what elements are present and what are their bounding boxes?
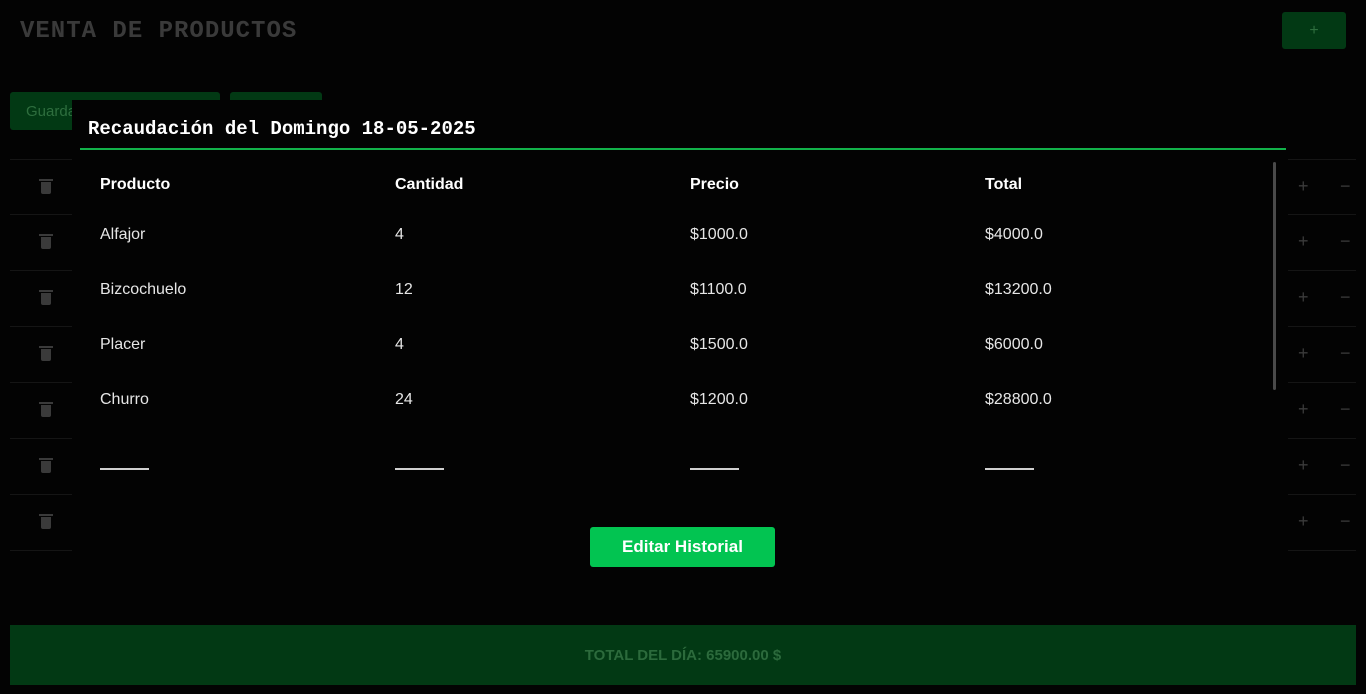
minus-icon[interactable]: − (1340, 511, 1351, 531)
cantidad-input[interactable] (395, 468, 690, 470)
cell-total: $13200.0 (985, 280, 1052, 298)
plus-icon[interactable]: + (1298, 399, 1309, 419)
table-row: Bizcochuelo 12 $1100.0 $13200.0 (100, 262, 1280, 317)
table-header-row: Producto Cantidad Precio Total (100, 162, 1280, 207)
trash-icon[interactable] (39, 514, 53, 529)
producto-input[interactable] (100, 468, 395, 470)
minus-icon[interactable]: − (1340, 176, 1351, 196)
minus-icon[interactable]: − (1340, 399, 1351, 419)
cell-cantidad: 24 (395, 390, 413, 408)
trash-icon[interactable] (39, 346, 53, 361)
minus-icon[interactable]: − (1340, 231, 1351, 251)
cell-total: $4000.0 (985, 225, 1043, 243)
table-row: Alfajor 4 $1000.0 $4000.0 (100, 207, 1280, 262)
cell-total: $28800.0 (985, 390, 1052, 408)
history-table: Producto Cantidad Precio Total Alfajor 4… (100, 162, 1280, 487)
page-title: VENTA DE PRODUCTOS (20, 18, 298, 45)
trash-icon[interactable] (39, 234, 53, 249)
cell-precio: $1000.0 (690, 225, 748, 243)
cell-producto: Bizcochuelo (100, 280, 187, 298)
cell-precio: $1100.0 (690, 280, 747, 298)
cell-precio: $1500.0 (690, 335, 748, 353)
daily-total-bar: TOTAL DEL DÍA: 65900.00 $ (10, 625, 1356, 685)
cell-cantidad: 4 (395, 225, 404, 243)
minus-icon[interactable]: − (1340, 455, 1351, 475)
table-row: Placer 4 $1500.0 $6000.0 (100, 317, 1280, 372)
plus-icon[interactable]: + (1298, 287, 1309, 307)
plus-icon[interactable]: + (1298, 343, 1309, 363)
table-input-row (100, 427, 1280, 487)
total-input[interactable] (985, 468, 1280, 470)
trash-icon[interactable] (39, 458, 53, 473)
cell-producto: Churro (100, 390, 149, 408)
column-header-cantidad: Cantidad (395, 175, 464, 193)
table-row: Churro 24 $1200.0 $28800.0 (100, 372, 1280, 427)
cell-cantidad: 12 (395, 280, 413, 298)
cell-producto: Alfajor (100, 225, 146, 243)
trash-icon[interactable] (39, 402, 53, 417)
trash-icon[interactable] (39, 290, 53, 305)
cell-producto: Placer (100, 335, 146, 353)
cell-total: $6000.0 (985, 335, 1043, 353)
plus-icon[interactable]: + (1298, 176, 1309, 196)
minus-icon[interactable]: − (1340, 287, 1351, 307)
cell-precio: $1200.0 (690, 390, 748, 408)
precio-input[interactable] (690, 468, 985, 470)
column-header-precio: Precio (690, 175, 739, 193)
add-product-button[interactable]: + (1282, 12, 1346, 49)
edit-history-button[interactable]: Editar Historial (590, 527, 775, 567)
plus-icon[interactable]: + (1298, 455, 1309, 475)
column-header-total: Total (985, 175, 1023, 193)
minus-icon[interactable]: − (1340, 343, 1351, 363)
plus-icon[interactable]: + (1298, 511, 1309, 531)
plus-icon[interactable]: + (1298, 231, 1309, 251)
history-dialog: Recaudación del Domingo 18-05-2025 Produ… (72, 100, 1288, 588)
dialog-title: Recaudación del Domingo 18-05-2025 (88, 118, 476, 140)
column-header-producto: Producto (100, 175, 171, 193)
trash-icon[interactable] (39, 179, 53, 194)
title-divider (80, 148, 1286, 150)
cell-cantidad: 4 (395, 335, 404, 353)
